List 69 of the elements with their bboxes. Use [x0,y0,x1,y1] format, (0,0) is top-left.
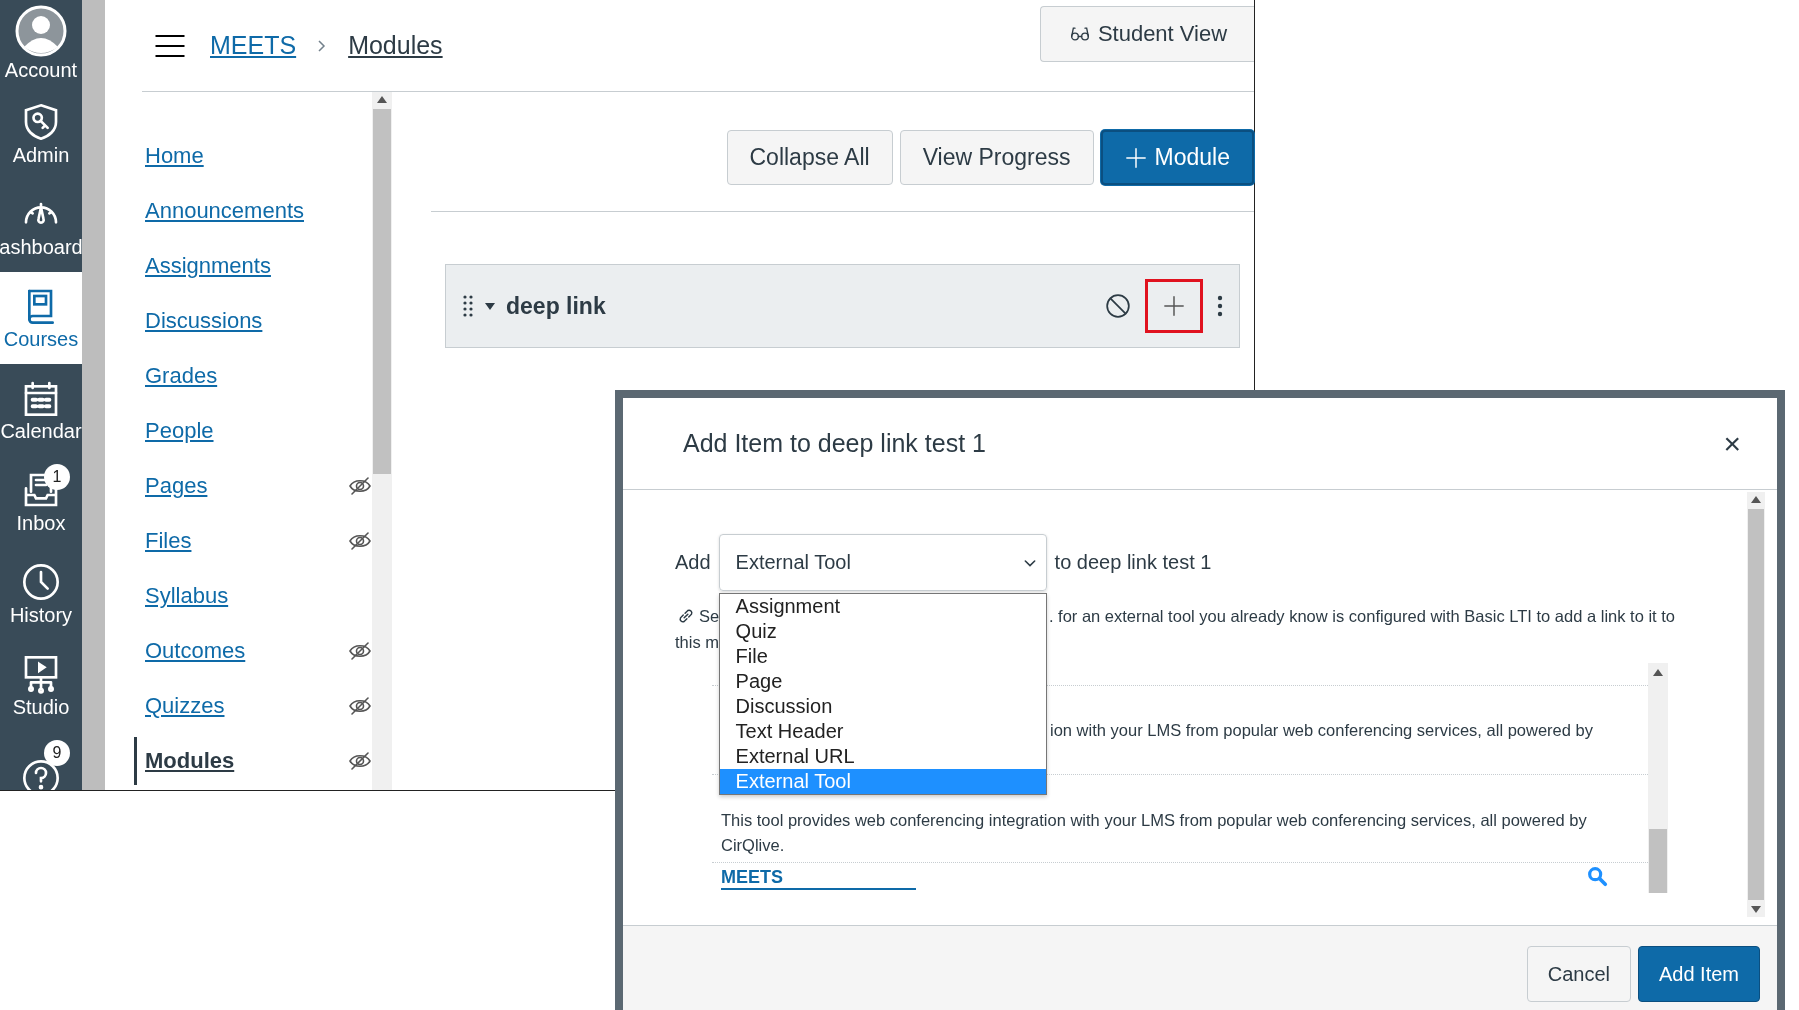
plus-icon [1124,146,1147,169]
toolbar-button[interactable]: Collapse All [726,130,893,185]
dropdown-option[interactable]: File [719,644,1046,669]
clock-icon [21,561,61,602]
description-text: this m [675,633,719,651]
scrollbar-thumb[interactable] [373,109,391,474]
tool-description: ion with your LMS from popular web conferencing services, all powered by [1050,720,1593,740]
close-button[interactable]: × [1717,425,1747,462]
breadcrumb-link[interactable]: Modules [348,31,443,60]
dropdown-option[interactable]: Discussion [719,694,1046,719]
nav-item[interactable]: Admin [0,88,82,180]
unpublished-icon [1105,293,1131,319]
chevron-icon [318,39,327,52]
item-type-select[interactable]: External Tool [718,534,1047,591]
nav-item[interactable]: ashboard [0,180,82,272]
dropdown-option[interactable]: Quiz [719,619,1046,644]
nav-item[interactable]: 9 [0,732,82,790]
course-nav-link[interactable]: Quizzes [134,681,225,730]
student-view-button[interactable]: Student View [1040,5,1254,62]
course-nav-link[interactable]: Announcements [134,186,304,235]
course-nav-link[interactable]: Grades [134,351,218,400]
course-nav-link[interactable]: People [134,406,214,455]
nav-item[interactable]: Courses [0,272,82,364]
course-nav-link[interactable]: Assignments [134,241,271,290]
avatar-icon [15,5,67,57]
course-nav-link[interactable]: Files [134,516,192,565]
plus-icon [1163,295,1185,317]
breadcrumb-link[interactable]: MEETS [210,31,297,60]
dropdown-option[interactable]: Page [719,669,1046,694]
nav-item[interactable]: History [0,548,82,640]
add-item-button[interactable] [1145,279,1203,333]
tool-link[interactable]: MEETS [721,866,916,890]
count-badge: 1 [44,464,70,490]
scroll-down-arrow-icon[interactable] [1751,906,1761,913]
cancel-button[interactable]: Cancel [1526,946,1631,1002]
nav-item[interactable]: Studio [0,640,82,732]
dropdown-option[interactable]: Text Header [719,719,1046,744]
scrollbar-thumb[interactable] [1748,509,1764,900]
count-badge: 9 [44,740,70,766]
description-text: . for an external tool you already know is configured with Basic LTI to add a link to it to [1048,606,1675,627]
course-nav-link[interactable]: Pages [134,461,208,510]
target-label: to deep link test 1 [1054,551,1212,574]
kebab-menu-icon [1217,294,1223,318]
description-text: Se [699,606,720,627]
add-module-button[interactable]: Module [1100,130,1254,185]
add-label: Add [675,551,711,574]
scroll-up-arrow-icon[interactable] [1653,669,1663,676]
course-nav-link[interactable]: Syllabus [134,571,229,620]
search-icon [1586,865,1608,887]
help-icon [21,758,61,790]
caret-icon [484,301,496,311]
nav-item[interactable]: Account [0,0,82,88]
course-nav-link[interactable]: Modules [134,736,235,785]
dropdown-option[interactable]: External URL [719,744,1046,769]
course-nav-link[interactable]: Discussions [134,296,263,345]
nav-item[interactable]: Inbox 1 [0,456,82,548]
drag-handle-icon [462,294,474,318]
course-nav-link[interactable]: Outcomes [134,626,246,675]
scrollbar-thumb[interactable] [1649,829,1667,893]
add-item-submit-button[interactable]: Add Item [1637,946,1760,1002]
scroll-up-arrow-icon[interactable] [1751,496,1761,503]
toolbar-button[interactable]: View Progress [899,130,1094,185]
module-title: deep link [506,292,606,320]
dropdown-option[interactable]: Assignment [719,594,1046,619]
scroll-up-arrow-icon[interactable] [377,96,387,103]
tool-description: This tool provides web conferencing integration with your LMS from popular web conferencing services, all powered by CirQlive. [721,810,1588,856]
course-nav-link[interactable]: Home [134,131,204,180]
dialog-title: Add Item to deep link test 1 [683,429,986,458]
nav-item[interactable]: Calendar [0,364,82,456]
